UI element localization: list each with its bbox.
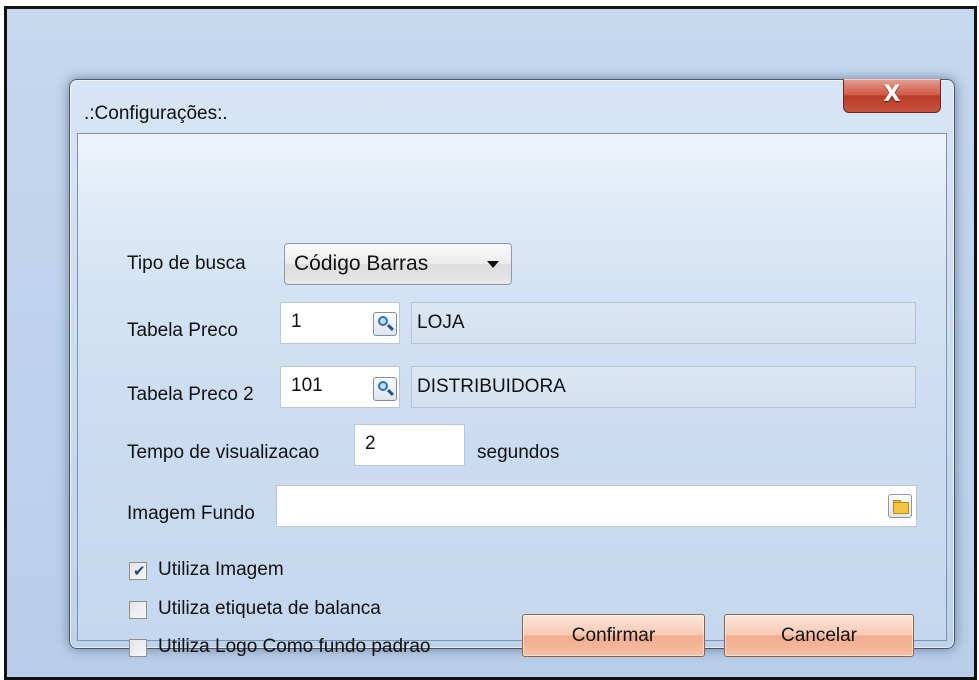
price-table2-description: DISTRIBUIDORA [411, 366, 916, 408]
use-logo-background-label: Utiliza Logo Como fundo padrao [158, 636, 431, 657]
cancel-button[interactable]: Cancelar [724, 614, 914, 657]
display-time-input[interactable]: 2 [354, 424, 465, 466]
browse-image-button[interactable] [888, 494, 912, 518]
folder-icon [893, 502, 909, 514]
use-image-checkbox[interactable]: ✔ [129, 562, 147, 580]
chevron-down-icon [487, 261, 499, 268]
price-table2-lookup-button[interactable] [373, 377, 397, 401]
dialog-title: .:Configurações:. [84, 103, 228, 124]
use-scale-label-label: Utiliza etiqueta de balanca [158, 598, 381, 619]
use-logo-background-checkbox[interactable] [129, 639, 147, 657]
close-button[interactable]: X [843, 79, 941, 113]
settings-dialog: .:Configurações:. X Tipo de busca Código… [69, 79, 955, 657]
search-type-dropdown[interactable]: Código Barras [284, 243, 512, 285]
price-table-description: LOJA [411, 302, 916, 344]
display-time-unit: segundos [477, 442, 560, 463]
use-image-label: Utiliza Imagem [158, 559, 284, 580]
checkmark-icon: ✔ [133, 562, 146, 580]
confirm-button[interactable]: Confirmar [522, 614, 705, 657]
display-time-label: Tempo de visualizacao [127, 442, 320, 463]
close-icon: X [883, 82, 901, 107]
background-image-label: Imagem Fundo [127, 503, 255, 524]
use-scale-label-checkbox[interactable] [129, 601, 147, 619]
magnifier-icon [378, 316, 388, 326]
desktop-background: .:Configurações:. X Tipo de busca Código… [4, 6, 977, 680]
search-type-label: Tipo de busca [127, 253, 246, 274]
search-type-value: Código Barras [294, 252, 429, 275]
price-table-label: Tabela Preco [127, 320, 238, 341]
settings-panel: Tipo de busca Código Barras Tabela Preco… [77, 133, 947, 657]
price-table-lookup-button[interactable] [373, 312, 397, 336]
magnifier-icon [378, 381, 388, 391]
price-table2-label: Tabela Preco 2 [127, 384, 254, 405]
background-image-input[interactable] [276, 485, 917, 527]
